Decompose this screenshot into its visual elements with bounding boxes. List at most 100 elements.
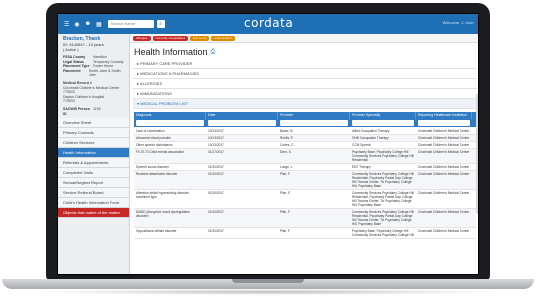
table-row[interactable]: Attention deficit hyperactivity disorder… (134, 190, 476, 209)
table-cell: Cincinnati Children's Medical Center (418, 210, 470, 214)
page-title: Health Information (134, 47, 208, 57)
table-cell: 10/13/2017 (208, 136, 224, 140)
alert-badge[interactable]: Currently Hospitalized (152, 35, 188, 41)
column-header[interactable]: Provider Specialty (350, 112, 416, 119)
table-cell: Cincinnati Children's Medical Center (418, 191, 470, 195)
table-row[interactable]: Other speech disturbance 10/13/2017 Cortes… (134, 142, 476, 149)
filter-diagnosis[interactable] (136, 120, 204, 126)
sacwis-value: 1155 (93, 106, 101, 111)
table-cell: Psychiatry Base, Psychiatry College Hill… (352, 150, 414, 162)
table-row[interactable]: F0.70.73 Child mental association 01/17/2… (134, 149, 476, 164)
column-header[interactable]: Provider (278, 112, 350, 119)
table-cell: Pike, F. (280, 229, 291, 233)
field-label: Placement (63, 68, 81, 73)
app-screen: ☰ ◉ ☻ ▦ Search Name ⌕ cordata Welcome, J… (57, 13, 479, 275)
table-cell: DMDD (disruptive mood dysregulation diso… (136, 210, 190, 218)
sidebar-item-completed-visits[interactable]: Completed Visits (58, 168, 129, 179)
search-icon[interactable]: ⌕ (156, 20, 165, 28)
table-row[interactable]: Lack of coordination 10/13/2017 Bauer, N. A… (134, 128, 476, 135)
table-cell: Community Services Psychiatry College Hi… (352, 210, 414, 226)
sidebar-item-service-referral-board[interactable]: Service Referral Board (58, 188, 129, 199)
sidebar-item-objects-that-match-of-the-matter[interactable]: Objects that match of the matter (58, 208, 129, 219)
column-header[interactable]: Reporting Healthcare Institution (416, 112, 472, 119)
table-cell: 01/20/2017 (208, 191, 224, 195)
table-filters (134, 119, 476, 127)
table-cell: F0.70.73 Child mental association (136, 150, 185, 154)
column-header[interactable]: Diagnosis (134, 112, 206, 119)
patient-fields: FSSA County Hamilton Legal Status Temporary… (58, 55, 129, 78)
table-cell: 10/13/2017 (208, 129, 224, 133)
main-content: Allergies Currently Hospitalized Sex Lures… (130, 34, 478, 274)
sidebar-item-child-s-health-information-form[interactable]: Child's Health Information Form (58, 198, 129, 209)
alert-badge[interactable]: Sex Lures (189, 35, 210, 41)
scrollbar[interactable] (476, 94, 478, 214)
table-row[interactable]: Abnormal visual pursuits 10/13/2017 Rohlfs… (134, 135, 476, 142)
filter-specialty[interactable] (352, 120, 414, 126)
section-toggle[interactable]: ▸ MEDICATIONS & PHARMACIES (133, 69, 477, 79)
table-cell: Abnormal visual pursuits (136, 136, 171, 140)
table-cell: Community Services Psychiatry College Hi… (352, 191, 414, 207)
table-cell: 10/13/2017 (208, 143, 224, 147)
laptop-shadow (30, 289, 506, 295)
stage: ☰ ◉ ☻ ▦ Search Name ⌕ cordata Welcome, J… (0, 0, 536, 299)
table-cell: 01/17/2017 (208, 150, 224, 154)
table-row[interactable]: Speech sound disorder 01/20/2017 Ludge, L.… (134, 164, 476, 171)
sidebar-item-sexual-neglect-report[interactable]: Sexual/Neglect Report (58, 178, 129, 189)
table-cell: Cincinnati Children's Medical Center (418, 229, 470, 233)
table-row[interactable]: Reactive attachment disorder 01/20/2017 Pi… (134, 171, 476, 190)
section-toggle[interactable]: ▸ ALLERGIES (133, 79, 477, 89)
sidebar-item-referrals-appointments[interactable]: Referrals & Appointments (58, 158, 129, 169)
problem-table-body: Lack of coordination 10/13/2017 Bauer, N. A… (134, 128, 476, 239)
table-header: Diagnosis Date Provider Provider Specialty R… (134, 112, 476, 119)
eye-icon[interactable]: ◉ (74, 21, 79, 28)
table-cell: OHN Occupation Therapy (352, 136, 389, 140)
users-icon[interactable]: ☻ (85, 21, 91, 27)
table-cell: Dern, S. (280, 150, 292, 154)
table-cell: Speech sound disorder (136, 165, 169, 169)
filter-provider[interactable] (280, 120, 348, 126)
table-cell: ENT Therapy (352, 165, 371, 169)
section-toggle[interactable]: ▸ IMMUNIZATIONS (133, 89, 477, 99)
column-header[interactable]: Date (206, 112, 278, 119)
section-label: ALLERGIES (139, 81, 163, 86)
table-cell: 01/20/2017 (208, 172, 224, 176)
section-label: IMMUNIZATIONS (140, 91, 172, 96)
menu-icon[interactable]: ☰ (64, 21, 69, 28)
search-input[interactable]: Search Name (107, 20, 154, 28)
filter-date[interactable] (208, 120, 276, 126)
sacwis-label: SACWIS Person ID (63, 106, 90, 116)
laptop-notch (232, 279, 304, 283)
patient-card: Bracken, Thank ID: 9140847 - 13 years ( … (58, 34, 129, 55)
section-toggle[interactable]: ▸ PRIMARY CARE PROVIDER (133, 59, 477, 69)
sidebar-item-health-information[interactable]: Health Information (58, 148, 129, 159)
sidebar-item-children-services[interactable]: Children Services (58, 138, 129, 149)
table-cell: Cincinnati Children's Medical Center (418, 150, 470, 154)
table-cell: Cincinnati Children's Medical Center (418, 136, 470, 140)
user-name[interactable]: Welcome, J. User (443, 20, 475, 25)
grid-icon[interactable]: ▦ (96, 21, 102, 28)
table-row[interactable]: DMDD (disruptive mood dysregulation diso… (134, 209, 476, 228)
sidebar-item-overview-sheet[interactable]: Overview Sheet (58, 118, 129, 129)
table-cell: Pike, F. (280, 210, 291, 214)
page-header: Health Information ⎙ (130, 43, 478, 59)
table-cell: Pike, F. (280, 172, 291, 176)
table-cell: Cincinnati Children's Medical Center (418, 165, 470, 169)
table-row[interactable]: Oppositional defiant disorder 01/20/2017 P… (134, 228, 476, 239)
section-label: MEDICATIONS & PHARMACIES (140, 71, 199, 76)
filter-institution[interactable] (418, 120, 470, 126)
table-cell: Ludge, L. (280, 165, 294, 169)
top-bar: ☰ ◉ ☻ ▦ Search Name ⌕ cordata Welcome, J… (58, 14, 478, 34)
alert-badge[interactable]: Allergies (133, 35, 151, 41)
patient-status: ( Active ) (63, 47, 79, 52)
top-bar-icons: ☰ ◉ ☻ ▦ (64, 21, 102, 28)
table-cell: CCM Speech (352, 143, 371, 147)
alert-badge[interactable]: Immunization (211, 35, 236, 41)
table-cell: Allied Occupation Therapy (352, 129, 390, 133)
sacwis-field: SACWIS Person ID 1155 (58, 107, 129, 116)
medical-records: Medical Record # Cincinnati Children's M… (58, 78, 129, 107)
table-cell: Cincinnati Children's Medical Center (418, 172, 470, 176)
table-cell: Lack of coordination (136, 129, 165, 133)
section-toggle[interactable]: ▾ MEDICAL PROBLEM LIST (133, 99, 477, 109)
sidebar-item-primary-contacts[interactable]: Primary Contacts (58, 128, 129, 139)
print-icon[interactable]: ⎙ (211, 49, 216, 56)
